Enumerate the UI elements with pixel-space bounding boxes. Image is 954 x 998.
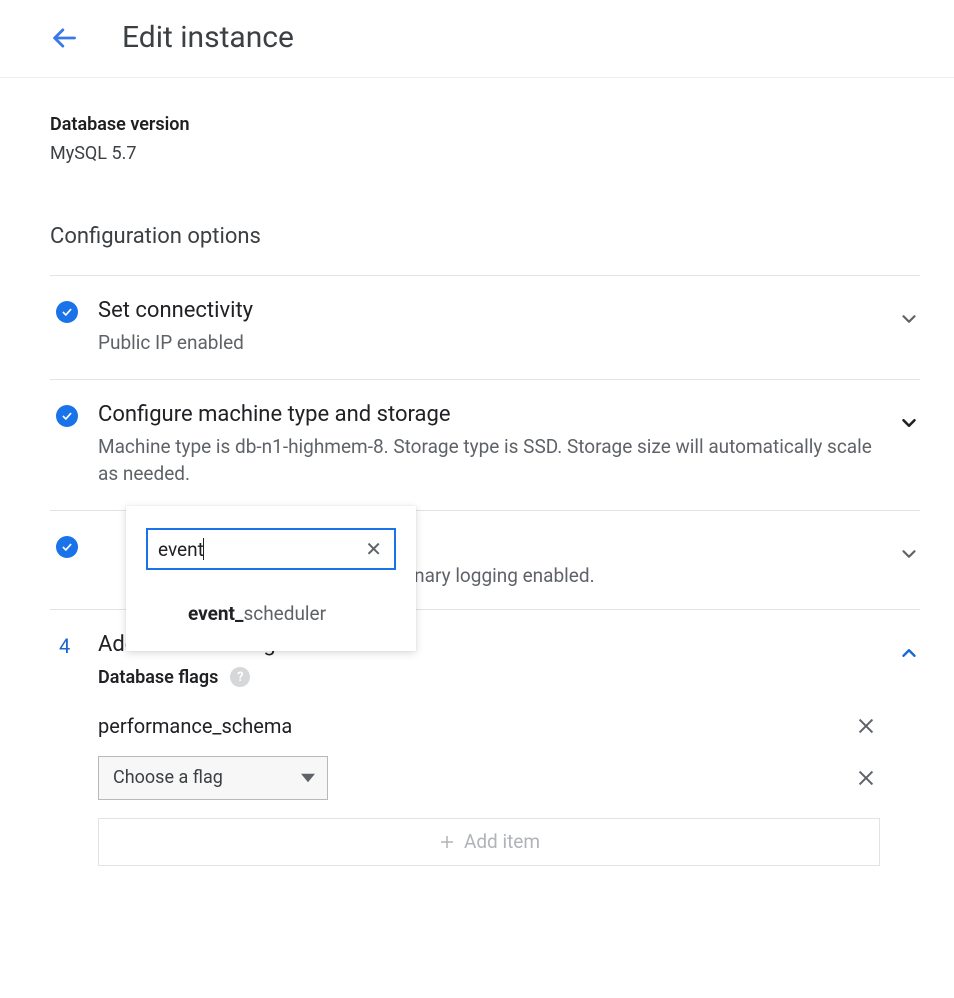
add-item-label: Add item — [464, 830, 540, 853]
remove-flag-button[interactable] — [852, 712, 880, 740]
clear-input-icon[interactable]: ✕ — [361, 537, 386, 561]
check-icon — [56, 405, 78, 427]
flag-select-row: Choose a flag — [98, 756, 880, 800]
content-area: Database version MySQL 5.7 Configuration… — [0, 78, 954, 888]
autocomplete-match: event_ — [188, 602, 243, 625]
config-options-heading: Configuration options — [50, 224, 920, 249]
expand-icon[interactable] — [880, 533, 920, 565]
add-item-button[interactable]: Add item — [98, 818, 880, 866]
expand-icon[interactable] — [880, 402, 920, 434]
panel-connectivity-sub: Public IP enabled — [98, 329, 880, 357]
check-icon — [56, 536, 78, 558]
panel-machine-indicator — [50, 402, 98, 427]
collapse-icon[interactable] — [880, 632, 920, 664]
choose-flag-select[interactable]: Choose a flag — [98, 756, 328, 800]
panel-connectivity[interactable]: Set connectivity Public IP enabled — [50, 275, 920, 379]
autocomplete-rest: scheduler — [243, 602, 326, 625]
panel-connectivity-title: Set connectivity — [98, 298, 880, 323]
text-caret — [203, 538, 204, 560]
flag-autocomplete-popup: event ✕ event_scheduler — [126, 506, 416, 651]
panel-machine-title: Configure machine type and storage — [98, 402, 880, 427]
autocomplete-item-event-scheduler[interactable]: event_scheduler — [126, 584, 416, 643]
check-icon — [56, 301, 78, 323]
back-arrow-icon[interactable] — [50, 24, 78, 52]
database-flags-label: Database flags — [98, 667, 218, 688]
db-version-value: MySQL 5.7 — [50, 143, 920, 164]
panel-machine-sub: Machine type is db-n1-highmem-8. Storage… — [98, 433, 880, 488]
flag-search-input-wrap[interactable]: event ✕ — [146, 528, 396, 570]
flag-name: performance_schema — [98, 714, 292, 738]
choose-flag-placeholder: Choose a flag — [113, 767, 223, 788]
step-number: 4 — [56, 634, 70, 658]
panel-backup-indicator — [50, 533, 98, 558]
panel-flags-indicator: 4 — [50, 632, 98, 658]
page-header: Edit instance — [0, 0, 954, 78]
page-title: Edit instance — [122, 20, 294, 55]
flag-search-input-value: event — [158, 538, 204, 561]
expand-icon[interactable] — [880, 298, 920, 330]
flag-row-performance-schema: performance_schema — [98, 704, 880, 748]
panel-machine[interactable]: Configure machine type and storage Machi… — [50, 379, 920, 510]
remove-flag-button[interactable] — [852, 764, 880, 792]
help-icon[interactable]: ? — [230, 667, 250, 687]
panel-connectivity-indicator — [50, 298, 98, 323]
db-version-label: Database version — [50, 114, 920, 135]
